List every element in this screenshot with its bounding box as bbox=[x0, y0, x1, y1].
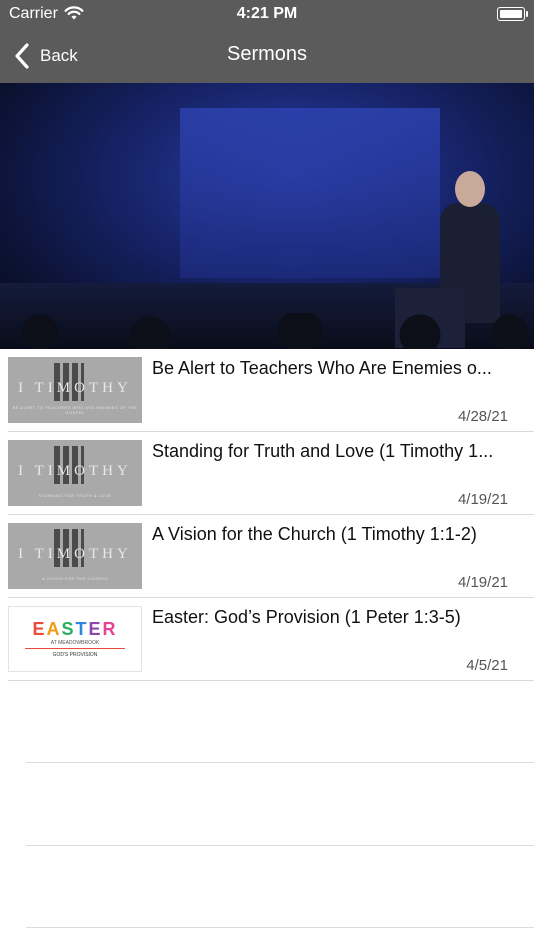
sermon-thumbnail: I TIMOTHY BE ALERT TO TEACHERS WHO ARE E… bbox=[8, 357, 142, 423]
top-bar: Carrier 4:21 PM Back Sermons bbox=[0, 0, 534, 83]
status-bar: Carrier 4:21 PM bbox=[0, 0, 534, 28]
thumbnail-title: I TIMOTHY bbox=[18, 380, 132, 396]
status-time: 4:21 PM bbox=[236, 5, 298, 22]
thumbnail-title: I TIMOTHY bbox=[18, 546, 132, 562]
battery-icon bbox=[497, 7, 528, 21]
sermon-date: 4/28/21 bbox=[457, 408, 508, 425]
thumbnail-subtitle: GOD'S PROVISION bbox=[52, 652, 98, 658]
empty-row-divider bbox=[26, 927, 534, 928]
sermon-title: Be Alert to Teachers Who Are Enemies o..… bbox=[152, 358, 492, 378]
thumbnail-title: I TIMOTHY bbox=[18, 463, 132, 479]
sermon-row[interactable]: EASTER AT MEADOWBROOK GOD'S PROVISION Ea… bbox=[8, 598, 534, 681]
sermon-date: 4/19/21 bbox=[457, 574, 508, 591]
thumbnail-subtitle: BE ALERT TO TEACHERS WHO ARE ENEMIES OF … bbox=[12, 405, 138, 415]
sermon-row[interactable]: I TIMOTHY A VISION FOR THE CHURCH A Visi… bbox=[8, 515, 534, 598]
page-title: Sermons bbox=[226, 43, 308, 65]
thumbnail-subtitle: STANDING FOR TRUTH & LOVE bbox=[38, 493, 112, 498]
sermon-date: 4/5/21 bbox=[466, 657, 508, 674]
sermon-list: I TIMOTHY BE ALERT TO TEACHERS WHO ARE E… bbox=[0, 349, 534, 681]
sermon-thumbnail: I TIMOTHY A VISION FOR THE CHURCH bbox=[8, 523, 142, 589]
empty-row-divider bbox=[26, 845, 534, 846]
navigation-bar: Back Sermons bbox=[0, 30, 534, 80]
sermon-title: A Vision for the Church (1 Timothy 1:1-2… bbox=[152, 524, 477, 544]
sermon-title: Easter: God’s Provision (1 Peter 1:3-5) bbox=[152, 607, 461, 627]
sermon-row[interactable]: I TIMOTHY STANDING FOR TRUTH & LOVE Stan… bbox=[8, 432, 534, 515]
thumbnail-location: AT MEADOWBROOK bbox=[50, 640, 100, 646]
empty-row-divider bbox=[26, 762, 534, 763]
sermon-title: Standing for Truth and Love (1 Timothy 1… bbox=[152, 441, 494, 461]
sermon-row[interactable]: I TIMOTHY BE ALERT TO TEACHERS WHO ARE E… bbox=[8, 349, 534, 432]
sermon-thumbnail: EASTER AT MEADOWBROOK GOD'S PROVISION bbox=[8, 606, 142, 672]
thumbnail-title: EASTER bbox=[32, 619, 118, 639]
thumbnail-subtitle: A VISION FOR THE CHURCH bbox=[42, 576, 108, 581]
hero-image bbox=[0, 83, 534, 349]
sermon-thumbnail: I TIMOTHY STANDING FOR TRUTH & LOVE bbox=[8, 440, 142, 506]
sermon-date: 4/19/21 bbox=[457, 491, 508, 508]
